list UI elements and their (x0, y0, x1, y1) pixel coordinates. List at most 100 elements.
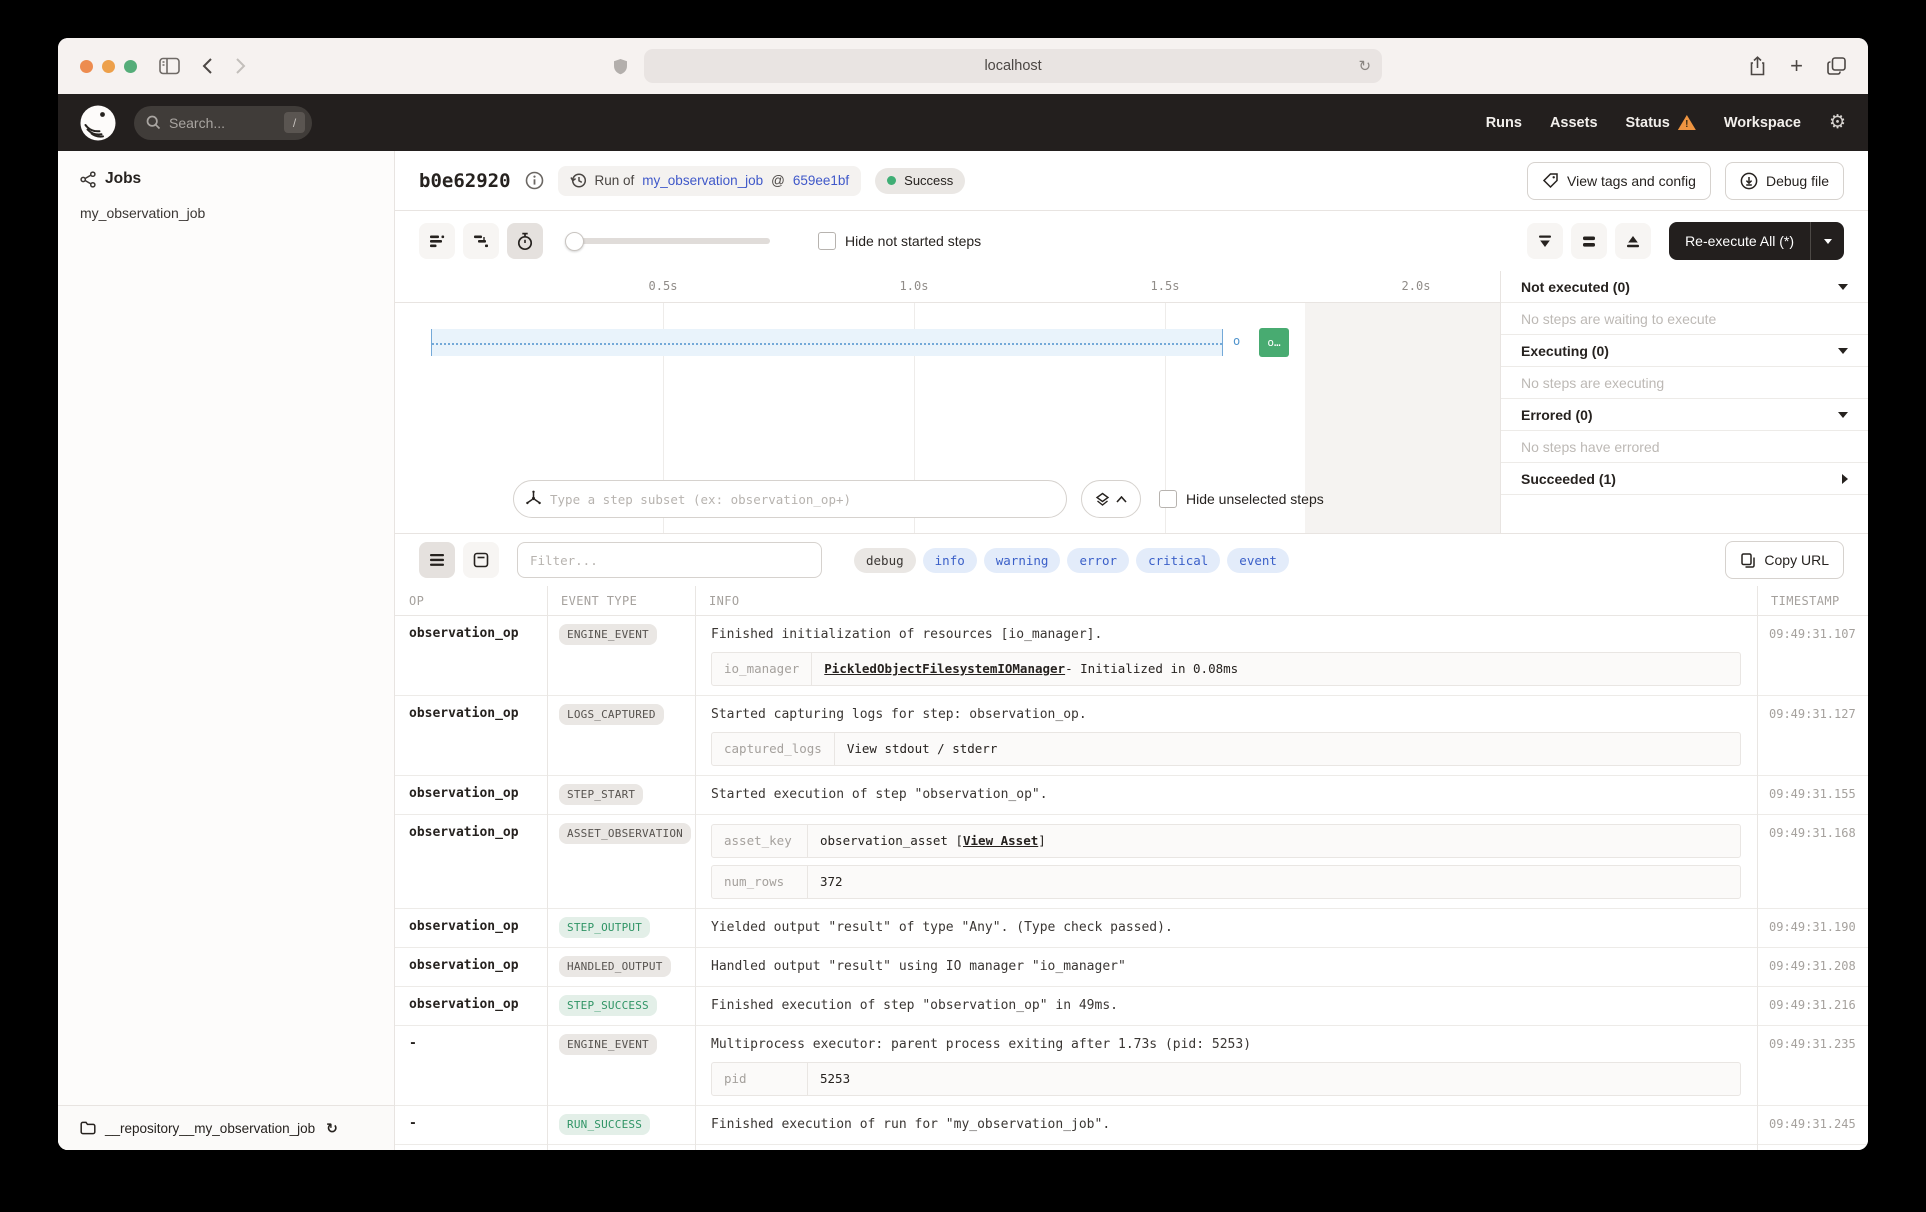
refresh-icon[interactable]: ↻ (326, 1120, 338, 1137)
hide-not-started-checkbox[interactable] (818, 232, 836, 250)
raw-view-button[interactable] (463, 542, 499, 578)
table-row[interactable]: observation_opSTEP_SUCCESSFinished execu… (395, 987, 1868, 1026)
address-bar[interactable]: localhost ↻ (644, 49, 1382, 83)
event-type-badge: HANDLED_OUTPUT (559, 956, 671, 977)
log-timestamp: 09:49:31.265 (1757, 1145, 1868, 1150)
forward-button[interactable] (235, 57, 246, 75)
table-row[interactable]: -ENGINE_EVENTProcess for run exited (pid… (395, 1145, 1868, 1150)
sidebar-toggle-icon[interactable] (159, 57, 180, 75)
global-search[interactable]: Search... / (134, 106, 312, 140)
event-type-badge: ASSET_OBSERVATION (559, 823, 691, 844)
new-tab-icon[interactable]: + (1790, 55, 1803, 77)
flat-view-button[interactable] (419, 223, 455, 259)
hide-unselected-checkbox[interactable] (1159, 490, 1177, 508)
log-toolbar: debug info warningerror critical event Copy … (395, 534, 1868, 586)
meta-link[interactable]: PickledObjectFilesystemIOManager (824, 659, 1065, 679)
zoom-slider-track[interactable] (565, 238, 770, 244)
table-row[interactable]: observation_opSTEP_OUTPUTYielded output … (395, 909, 1868, 948)
caret-right-icon (1842, 474, 1848, 484)
log-timestamp: 09:49:31.245 (1757, 1106, 1868, 1144)
log-info-cell: Started capturing logs for step: observa… (695, 696, 1757, 775)
reload-icon[interactable]: ↻ (1358, 59, 1371, 74)
log-level-chip-error[interactable]: error (1067, 548, 1129, 573)
log-level-chip-warning[interactable]: warning (984, 548, 1061, 573)
gear-icon[interactable]: ⚙ (1829, 113, 1846, 132)
log-message: Finished execution of step "observation_… (711, 996, 1741, 1016)
back-button[interactable] (202, 57, 213, 75)
traffic-light-zoom[interactable] (124, 60, 137, 73)
table-row[interactable]: observation_opLOGS_CAPTUREDStarted captu… (395, 696, 1868, 776)
table-row[interactable]: -ENGINE_EVENTMultiprocess executor: pare… (395, 1026, 1868, 1106)
zoom-slider[interactable] (565, 231, 770, 251)
dagster-logo[interactable] (80, 105, 116, 141)
traffic-light-close[interactable] (80, 60, 93, 73)
url-text: localhost (984, 58, 1041, 74)
sidebar-item-job[interactable]: my_observation_job (58, 198, 394, 228)
log-info-cell: asset_keyobservation_asset [View Asset]n… (695, 815, 1757, 908)
panel-section-title: Not executed (0) (1521, 279, 1630, 295)
log-level-chip-info[interactable]: info (923, 548, 977, 573)
table-view-button[interactable] (419, 542, 455, 578)
share-icon[interactable] (1749, 56, 1766, 76)
log-filter-input[interactable] (517, 542, 822, 578)
timed-view-button[interactable] (507, 223, 543, 259)
zoom-slider-knob[interactable] (565, 232, 584, 251)
log-level-chip-debug[interactable]: debug (854, 548, 916, 573)
repository-footer: __repository__my_observation_job ↻ (58, 1105, 394, 1150)
table-row[interactable]: observation_op ASSET_OBSERVATIONasset_key… (395, 815, 1868, 909)
nav-links: Runs Assets Status! Workspace (1486, 115, 1801, 131)
copy-url-label: Copy URL (1764, 552, 1829, 568)
selection-mode-button[interactable] (1081, 480, 1141, 518)
log-op: observation_op (395, 815, 547, 908)
status-badge: Success (875, 168, 965, 194)
collapse-all-button[interactable] (1527, 223, 1563, 259)
nav-item-status[interactable]: Status! (1626, 115, 1696, 131)
meta-text: 372 (820, 872, 843, 892)
reexecute-menu-button[interactable] (1810, 222, 1844, 260)
log-level-chip-critical[interactable]: critical (1136, 548, 1220, 573)
commit-link[interactable]: 659ee1bf (793, 173, 849, 188)
run-of-pill: Run of my_observation_job @ 659ee1bf (558, 166, 862, 196)
nav-item-label: Workspace (1724, 115, 1801, 131)
reexecute-all-button[interactable]: Re-execute All (*) (1669, 222, 1810, 260)
info-icon[interactable] (525, 171, 544, 190)
table-row[interactable]: observation_opENGINE_EVENTFinished initi… (395, 616, 1868, 696)
debug-file-button[interactable]: Debug file (1725, 162, 1844, 200)
nav-item-workspace[interactable]: Workspace (1724, 115, 1801, 131)
view-tags-config-button[interactable]: View tags and config (1527, 162, 1711, 200)
nav-item-assets[interactable]: Assets (1550, 115, 1598, 131)
axis-tick-label: 0.5s (649, 279, 678, 293)
folder-icon (80, 1121, 96, 1135)
event-type-badge: RUN_SUCCESS (559, 1114, 650, 1135)
gantt-region: 0.5s1.0s1.5s2.0s o o… (395, 271, 1868, 533)
column-divider (695, 586, 696, 1150)
metadata-value: 372 (808, 866, 855, 898)
meta-link[interactable]: View Asset (963, 831, 1038, 851)
panel-empty-message: No steps are executing (1501, 367, 1868, 399)
log-level-chip-event[interactable]: event (1227, 548, 1289, 573)
nav-item-runs[interactable]: Runs (1486, 115, 1522, 131)
traffic-lights (80, 60, 137, 73)
traffic-light-minimize[interactable] (102, 60, 115, 73)
waterfall-view-button[interactable] (463, 223, 499, 259)
panel-section-header[interactable]: Errored (0) (1501, 399, 1868, 431)
panel-section-header[interactable]: Not executed (0) (1501, 271, 1868, 303)
table-row[interactable]: -RUN_SUCCESSFinished execution of run fo… (395, 1106, 1868, 1145)
panel-section-header[interactable]: Succeeded (1) (1501, 463, 1868, 495)
column-divider (547, 586, 548, 1150)
meta-text: View stdout / stderr (847, 739, 998, 759)
metadata-value: View stdout / stderr (835, 733, 1010, 765)
table-row[interactable]: observation_opSTEP_STARTStarted executio… (395, 776, 1868, 815)
tab-overview-icon[interactable] (1827, 57, 1846, 75)
table-row[interactable]: observation_opHANDLED_OUTPUTHandled outp… (395, 948, 1868, 987)
copy-url-button[interactable]: Copy URL (1725, 541, 1844, 579)
metadata-entry: io_managerPickledObjectFilesystemIOManag… (711, 652, 1741, 686)
expand-all-button[interactable] (1615, 223, 1651, 259)
row-height-button[interactable] (1571, 223, 1607, 259)
step-subset-input[interactable] (513, 480, 1067, 518)
browser-window: localhost ↻ + (58, 38, 1868, 1150)
log-info-cell: Yielded output "result" of type "Any". (… (695, 909, 1757, 947)
step-bar-observation-op[interactable]: o… (1259, 328, 1289, 357)
panel-section-header[interactable]: Executing (0) (1501, 335, 1868, 367)
job-link[interactable]: my_observation_job (642, 173, 763, 188)
